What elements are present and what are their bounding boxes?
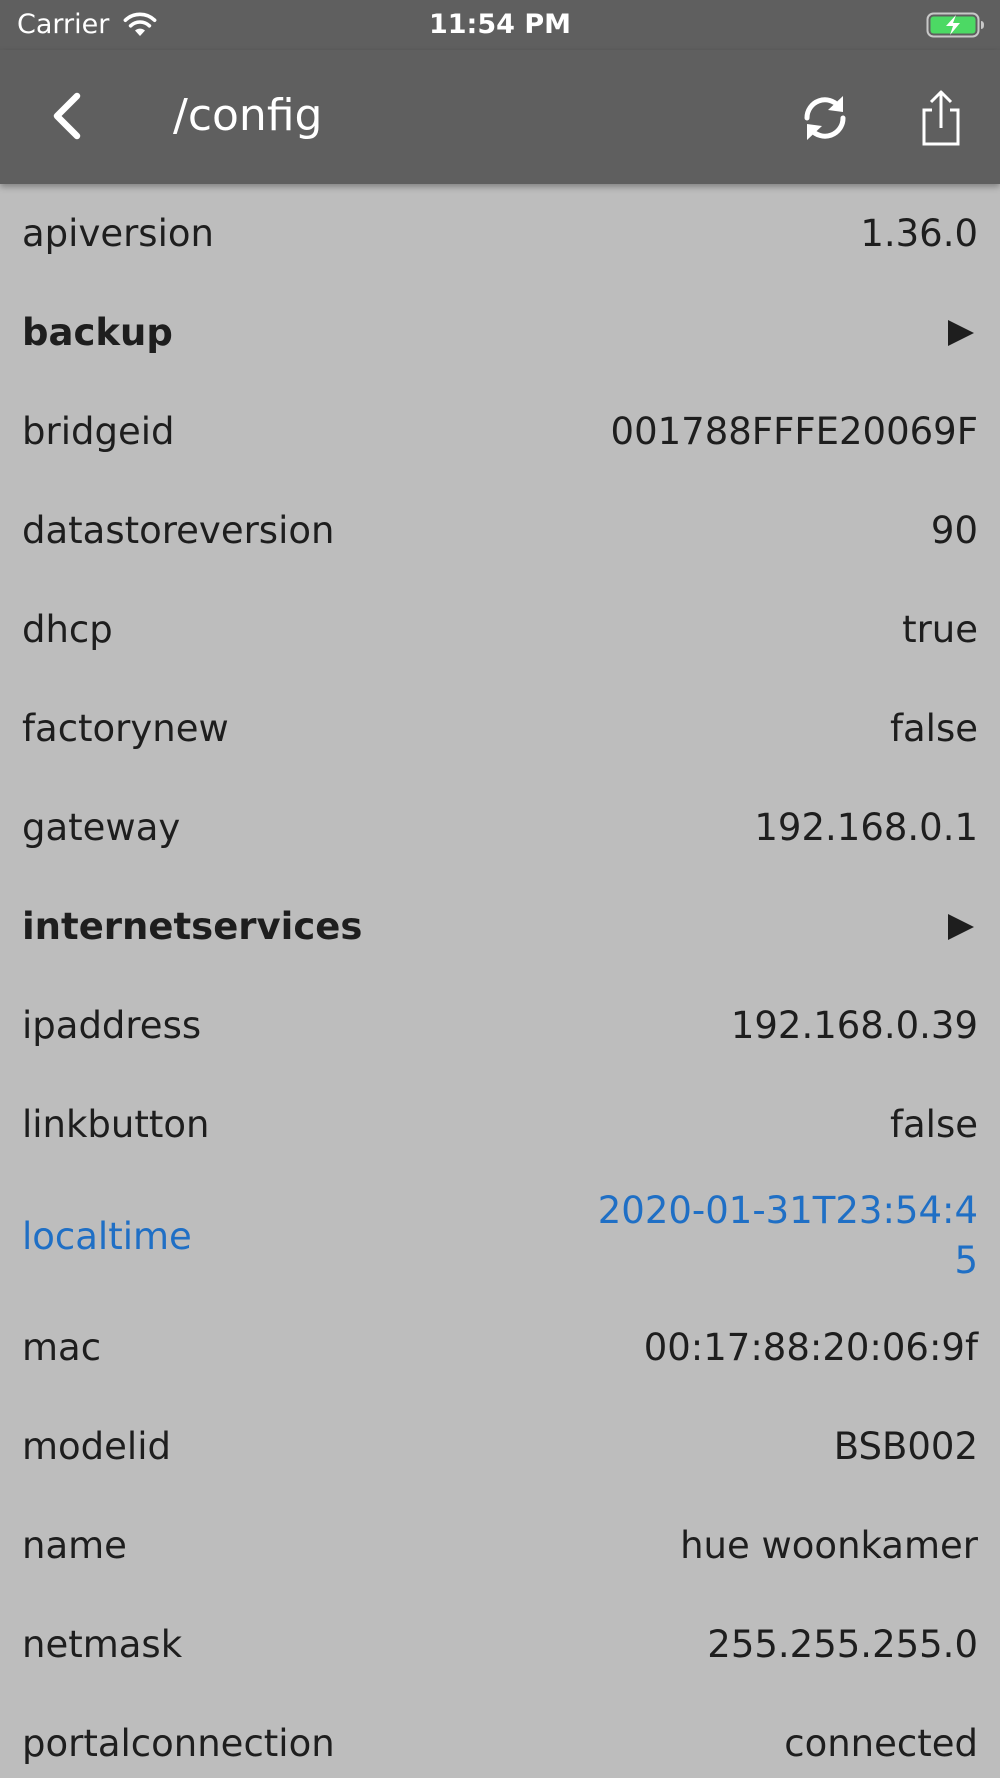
row-key: ipaddress bbox=[22, 1004, 202, 1047]
list-item-ipaddress[interactable]: ipaddress 192.168.0.39 bbox=[0, 976, 1000, 1075]
row-key: datastoreversion bbox=[22, 509, 335, 552]
list-item-netmask[interactable]: netmask 255.255.255.0 bbox=[0, 1595, 1000, 1694]
row-value: connected bbox=[784, 1722, 978, 1765]
row-key: bridgeid bbox=[22, 410, 175, 453]
disclosure-triangle-icon bbox=[948, 319, 974, 346]
list-item-factorynew[interactable]: factorynew false bbox=[0, 679, 1000, 778]
row-key: netmask bbox=[22, 1623, 183, 1666]
back-button[interactable] bbox=[40, 86, 100, 146]
row-value: false bbox=[889, 707, 978, 750]
list-item-localtime[interactable]: localtime 2020-01-31T23:54:45 bbox=[0, 1174, 1000, 1298]
list-item-datastoreversion[interactable]: datastoreversion 90 bbox=[0, 481, 1000, 580]
refresh-button[interactable] bbox=[795, 88, 855, 148]
disclosure-triangle-icon bbox=[948, 913, 974, 940]
row-value: 2020-01-31T23:54:45 bbox=[597, 1189, 978, 1282]
row-value: 90 bbox=[930, 509, 978, 552]
list-item-linkbutton[interactable]: linkbutton false bbox=[0, 1075, 1000, 1174]
list-item-modelid[interactable]: modelid BSB002 bbox=[0, 1397, 1000, 1496]
row-key: modelid bbox=[22, 1425, 171, 1468]
row-key: name bbox=[22, 1524, 127, 1567]
refresh-icon bbox=[804, 96, 846, 140]
list-item-name[interactable]: name hue woonkamer bbox=[0, 1496, 1000, 1595]
row-value: 192.168.0.39 bbox=[730, 1004, 978, 1047]
row-value: 192.168.0.1 bbox=[754, 806, 978, 849]
row-value: 001788FFFE20069F bbox=[610, 410, 978, 453]
row-value: 1.36.0 bbox=[860, 212, 978, 255]
row-value: true bbox=[902, 608, 978, 651]
config-list: apiversion 1.36.0 backup bridgeid 001788… bbox=[0, 184, 1000, 1778]
page-title: /config bbox=[173, 90, 323, 141]
row-value: hue woonkamer bbox=[680, 1524, 978, 1567]
row-value: BSB002 bbox=[833, 1425, 978, 1468]
list-item-backup[interactable]: backup bbox=[0, 283, 1000, 382]
row-key: localtime bbox=[22, 1214, 192, 1258]
row-value: 255.255.255.0 bbox=[707, 1623, 978, 1666]
row-value: 00:17:88:20:06:9f bbox=[643, 1326, 978, 1369]
status-bar: Carrier 11:54 PM bbox=[0, 0, 1000, 50]
row-key: linkbutton bbox=[22, 1103, 210, 1146]
list-item-apiversion[interactable]: apiversion 1.36.0 bbox=[0, 184, 1000, 283]
list-item-portalconnection[interactable]: portalconnection connected bbox=[0, 1694, 1000, 1778]
row-key: internetservices bbox=[22, 905, 363, 948]
row-key: factorynew bbox=[22, 707, 229, 750]
list-item-gateway[interactable]: gateway 192.168.0.1 bbox=[0, 778, 1000, 877]
share-button[interactable] bbox=[911, 86, 971, 150]
list-item-bridgeid[interactable]: bridgeid 001788FFFE20069F bbox=[0, 382, 1000, 481]
row-key: mac bbox=[22, 1326, 102, 1369]
row-key: backup bbox=[22, 311, 173, 354]
list-item-internetservices[interactable]: internetservices bbox=[0, 877, 1000, 976]
list-item-dhcp[interactable]: dhcp true bbox=[0, 580, 1000, 679]
clock: 11:54 PM bbox=[428, 9, 571, 40]
chevron-left-icon bbox=[53, 92, 81, 140]
row-value: false bbox=[889, 1103, 978, 1146]
navigation-bar: /config bbox=[0, 50, 1000, 184]
row-key: dhcp bbox=[22, 608, 113, 651]
share-icon bbox=[922, 90, 960, 146]
battery-charging-icon bbox=[926, 12, 984, 38]
row-key: gateway bbox=[22, 806, 181, 849]
list-item-mac[interactable]: mac 00:17:88:20:06:9f bbox=[0, 1298, 1000, 1397]
row-key: portalconnection bbox=[22, 1722, 335, 1765]
row-key: apiversion bbox=[22, 212, 214, 255]
